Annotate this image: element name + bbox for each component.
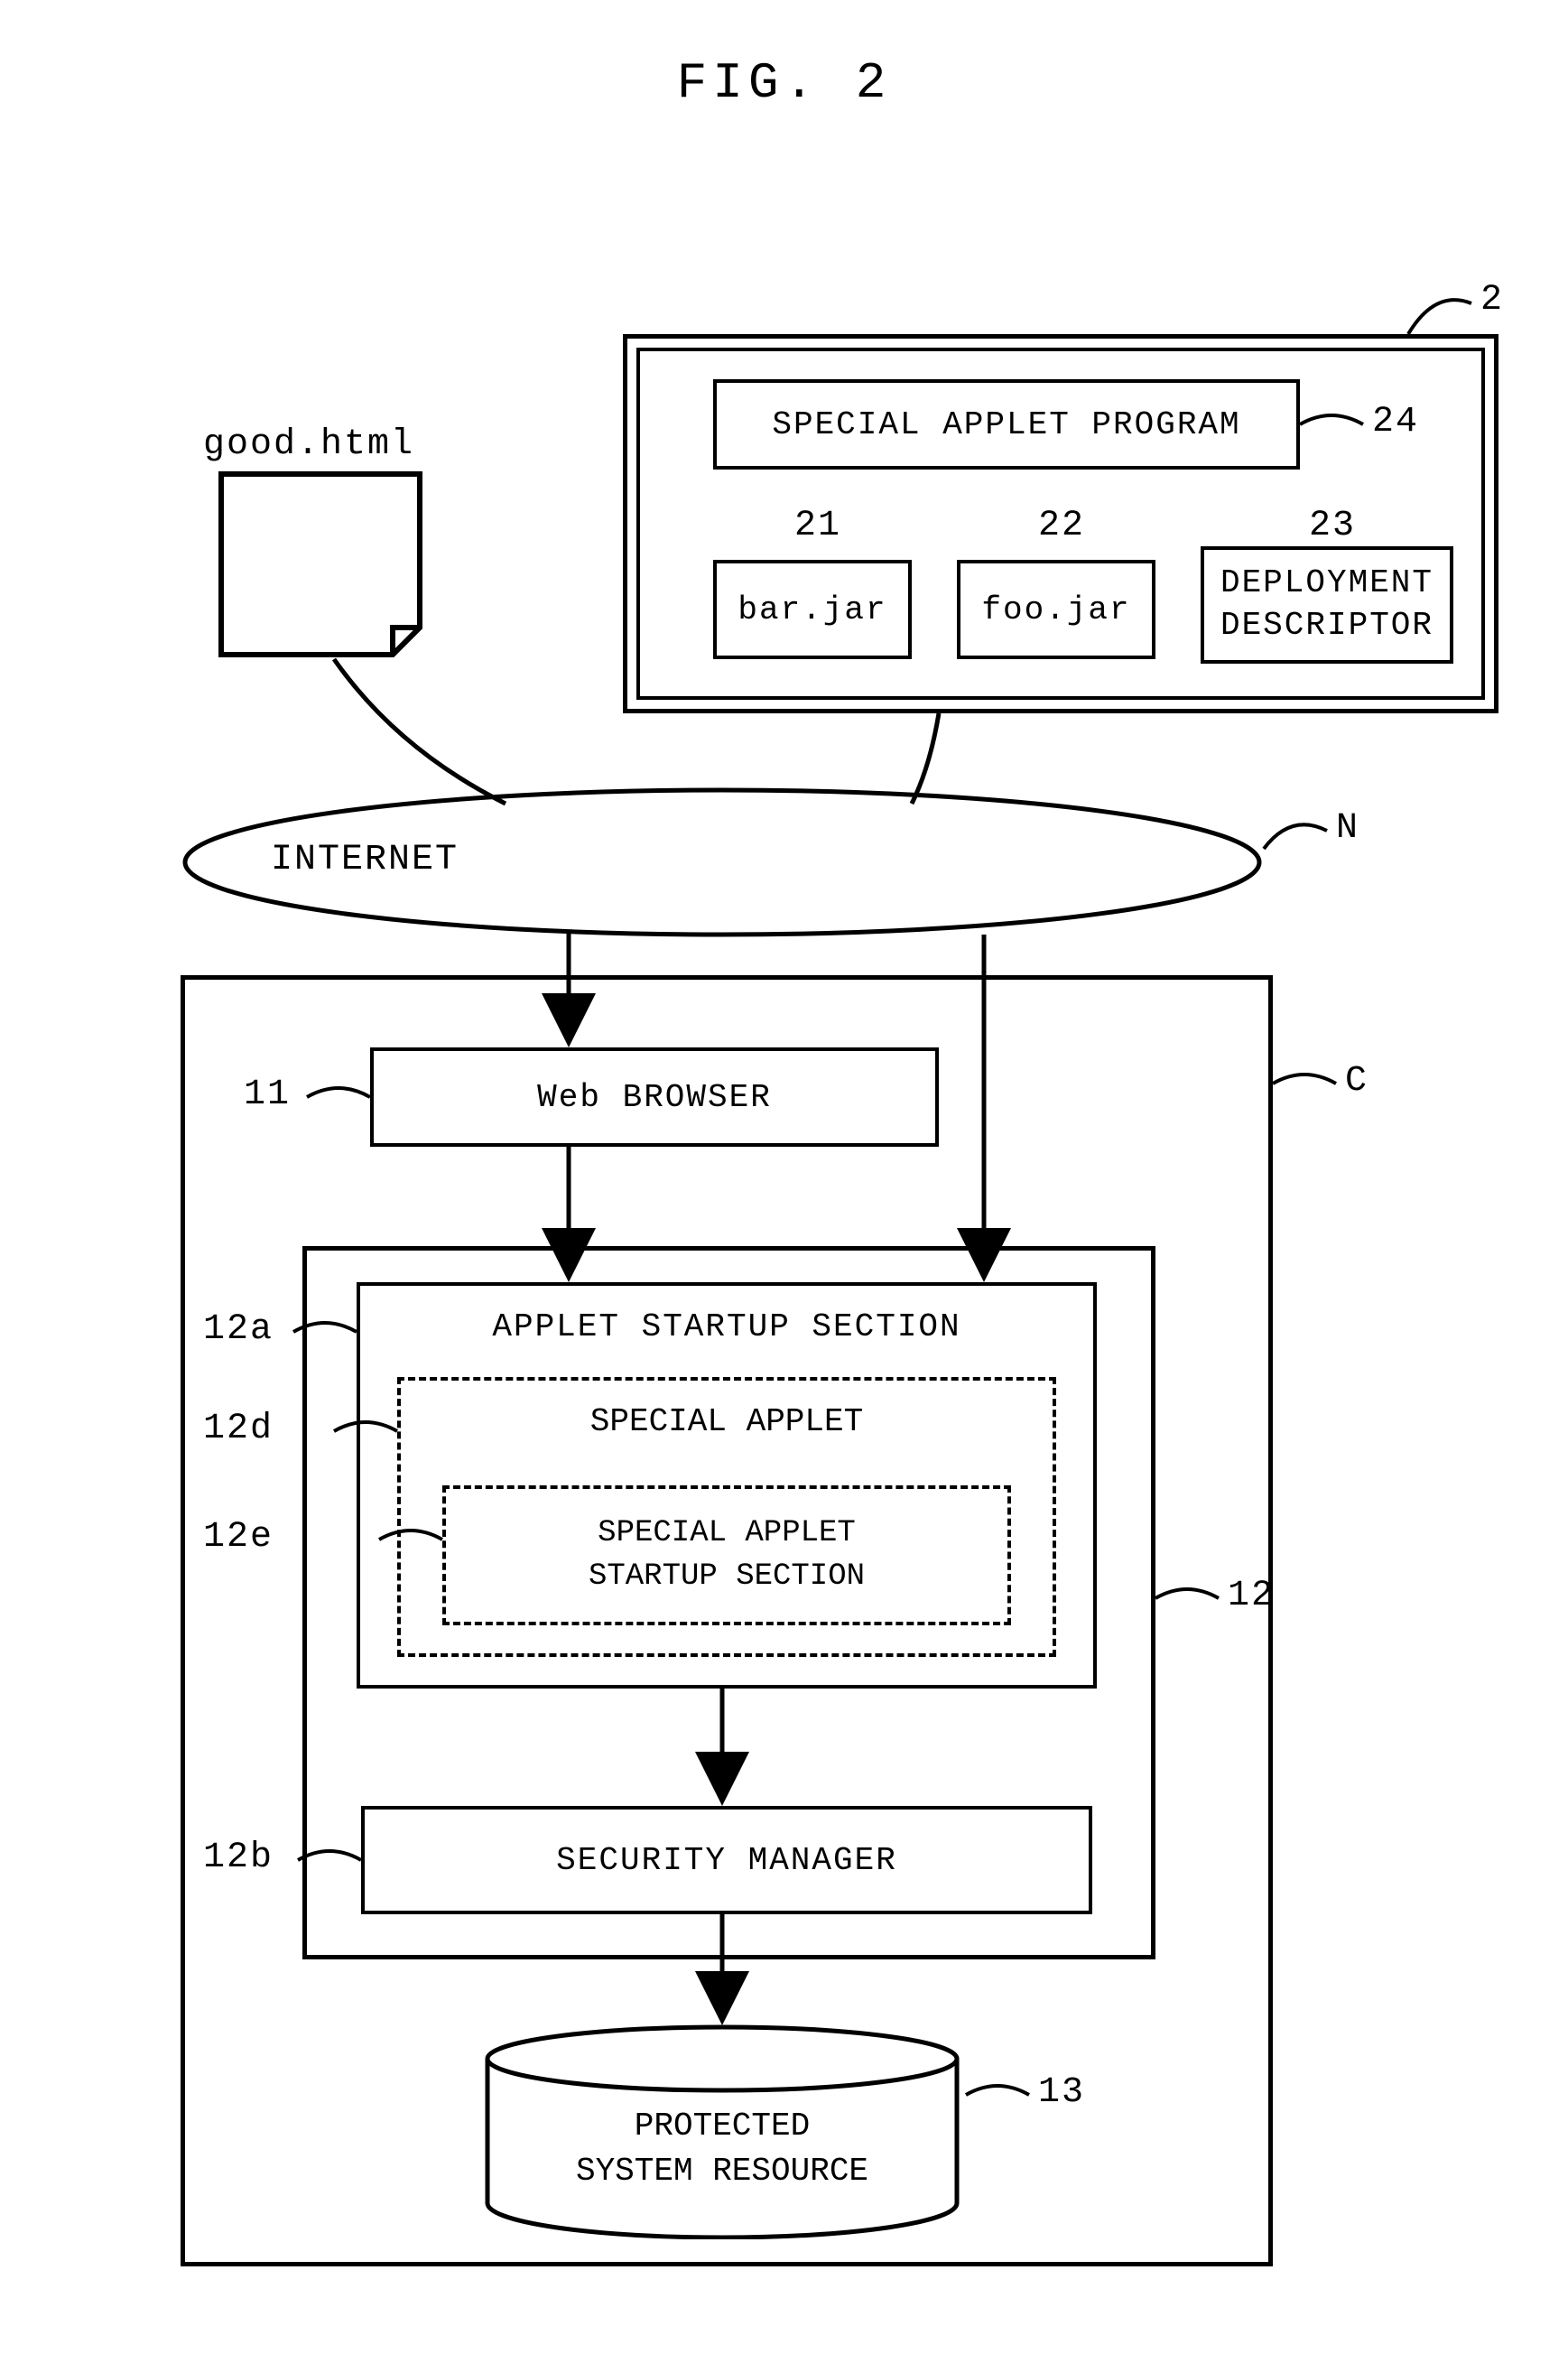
bar-jar-label: bar.jar [738,591,886,628]
special-applet-startup-label: SPECIAL APPLET STARTUP SECTION [589,1512,865,1598]
protected-resource-cylinder: PROTECTED SYSTEM RESOURCE [478,2023,966,2239]
special-applet-program-label: SPECIAL APPLET PROGRAM [772,406,1240,443]
special-applet-program-ref: 24 [1372,402,1419,442]
special-applet-startup-box: SPECIAL APPLET STARTUP SECTION [442,1485,1011,1625]
web-browser-label: Web BROWSER [537,1079,772,1116]
internet-label: INTERNET [271,840,459,880]
protected-resource-label: PROTECTED SYSTEM RESOURCE [478,2104,966,2195]
internet-ref: N [1336,808,1359,849]
special-applet-startup-ref: 12e [203,1517,274,1558]
special-applet-program-box: SPECIAL APPLET PROGRAM [713,379,1300,470]
deployment-descriptor-box: DEPLOYMENT DESCRIPTOR [1201,546,1453,664]
server-ref: 2 [1480,280,1504,321]
foo-jar-label: foo.jar [981,591,1130,628]
deployment-descriptor-ref: 23 [1309,506,1356,546]
security-manager-ref: 12b [203,1838,274,1878]
jvm-ref: 12 [1228,1576,1275,1616]
html-file-label: good.html [203,424,414,465]
web-browser-ref: 11 [244,1075,291,1115]
web-browser-box: Web BROWSER [370,1047,939,1147]
special-applet-ref: 12d [203,1409,274,1449]
foo-jar-box: foo.jar [957,560,1155,659]
applet-startup-ref: 12a [203,1309,274,1350]
deployment-descriptor-label: DEPLOYMENT DESCRIPTOR [1220,563,1433,647]
html-file-icon [217,470,424,659]
special-applet-label: SPECIAL APPLET [590,1403,863,1440]
security-manager-label: SECURITY MANAGER [556,1842,897,1879]
security-manager-box: SECURITY MANAGER [361,1806,1092,1914]
figure-title: FIG. 2 [0,54,1568,112]
client-ref: C [1345,1061,1369,1102]
bar-jar-box: bar.jar [713,560,912,659]
protected-resource-ref: 13 [1038,2072,1085,2113]
bar-jar-ref: 21 [794,506,841,546]
applet-startup-label: APPLET STARTUP SECTION [492,1308,960,1345]
foo-jar-ref: 22 [1038,506,1085,546]
